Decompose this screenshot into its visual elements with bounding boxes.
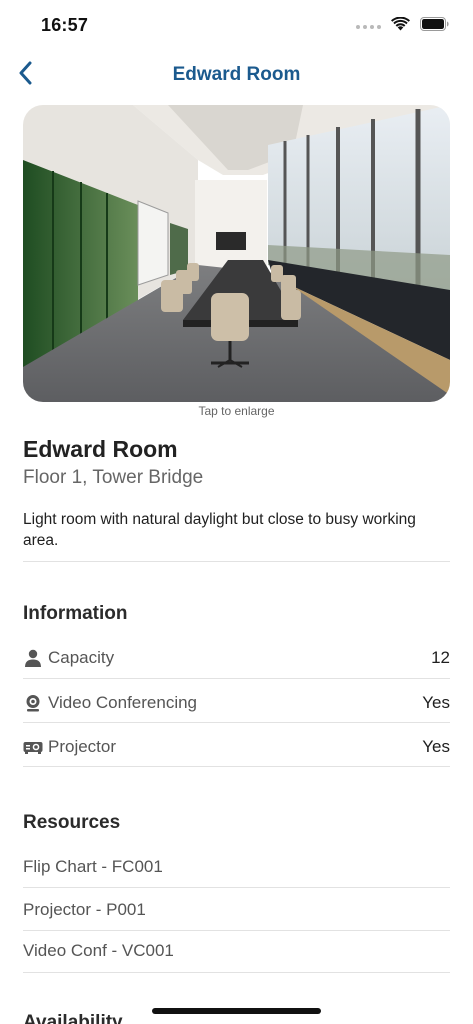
divider bbox=[23, 678, 450, 679]
resource-item[interactable]: Video Conf - VC001 bbox=[23, 930, 450, 972]
divider bbox=[23, 722, 450, 723]
page-title: Edward Room bbox=[172, 64, 301, 85]
status-bar: 16:57 bbox=[0, 0, 473, 52]
webcam-icon bbox=[23, 693, 43, 713]
divider bbox=[23, 561, 450, 562]
room-detail-screen: 16:57 Edward Room Tap to enlarge Edward … bbox=[0, 0, 473, 1024]
wifi-icon bbox=[391, 16, 410, 36]
info-value: 12 bbox=[431, 648, 450, 667]
information-section-title: Information bbox=[23, 603, 128, 624]
info-label: Video Conferencing bbox=[48, 693, 198, 712]
info-value: Yes bbox=[422, 737, 450, 756]
info-label: Projector bbox=[48, 737, 117, 756]
cellular-signal-icon bbox=[356, 24, 381, 29]
availability-section-title: Availability bbox=[23, 1012, 123, 1024]
divider bbox=[23, 766, 450, 767]
room-location: Floor 1, Tower Bridge bbox=[23, 467, 204, 488]
navigation-bar: Edward Room bbox=[0, 52, 473, 98]
tap-to-enlarge-hint: Tap to enlarge bbox=[198, 404, 275, 418]
person-icon bbox=[23, 648, 43, 668]
info-row-video-conferencing: Video Conferencing Yes bbox=[23, 681, 450, 725]
info-row-projector: Projector Yes bbox=[23, 725, 450, 769]
battery-icon bbox=[420, 17, 449, 36]
resources-section-title: Resources bbox=[23, 812, 121, 833]
info-row-capacity: Capacity 12 bbox=[23, 636, 450, 680]
home-indicator[interactable] bbox=[152, 1008, 321, 1014]
divider bbox=[23, 972, 450, 973]
info-label: Capacity bbox=[48, 648, 115, 667]
room-name: Edward Room bbox=[23, 436, 178, 462]
info-value: Yes bbox=[422, 693, 450, 712]
room-description: Light room with natural daylight but clo… bbox=[23, 511, 416, 549]
divider bbox=[23, 887, 450, 888]
projector-icon bbox=[23, 737, 43, 757]
resource-item[interactable]: Projector - P001 bbox=[23, 889, 450, 931]
status-time: 16:57 bbox=[41, 15, 89, 35]
room-photo[interactable] bbox=[23, 105, 450, 402]
status-icons bbox=[356, 16, 449, 36]
resource-item[interactable]: Flip Chart - FC001 bbox=[23, 846, 450, 888]
